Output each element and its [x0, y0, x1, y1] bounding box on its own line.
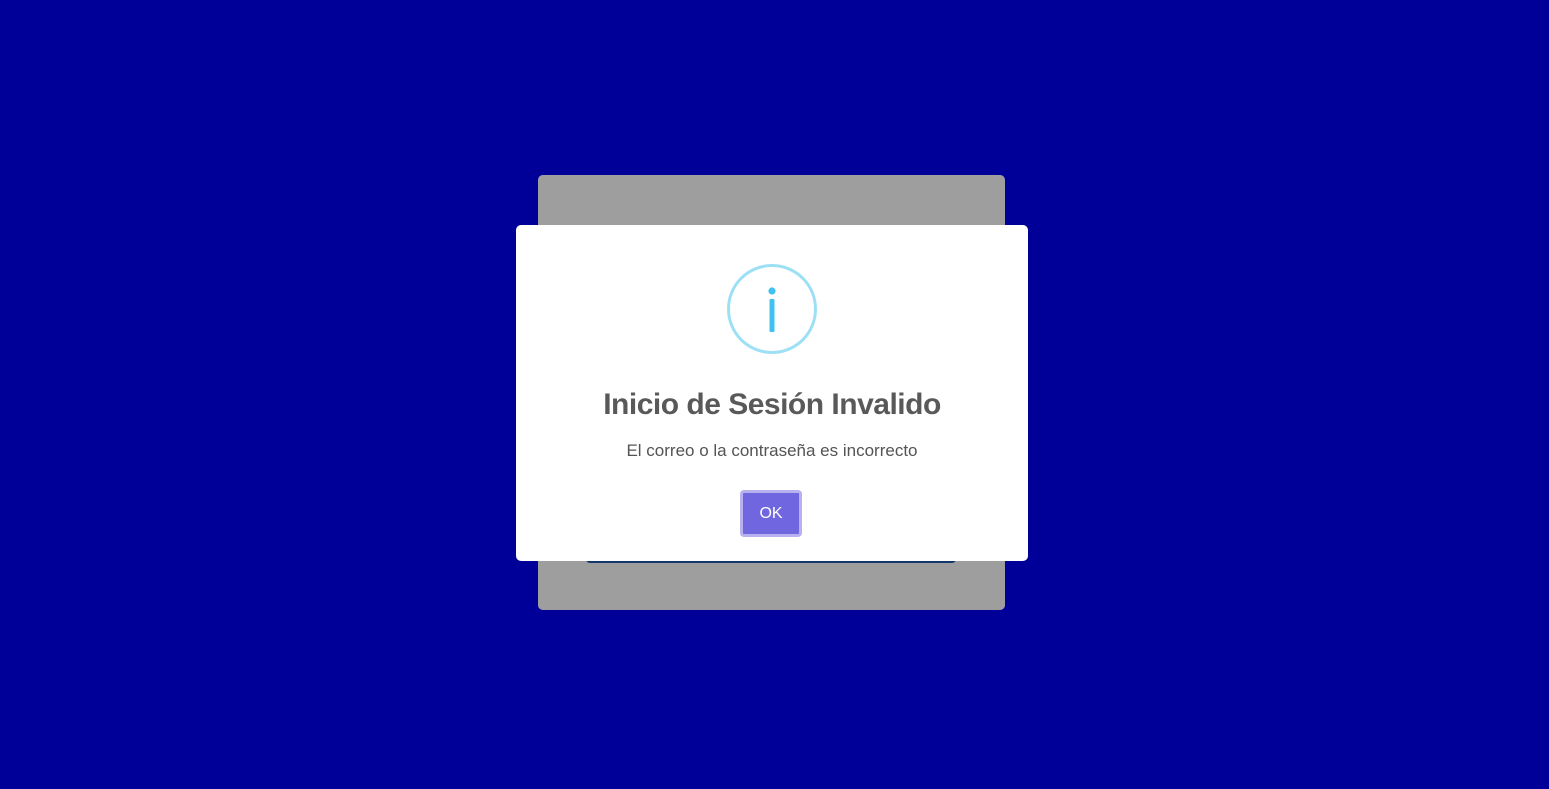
info-icon	[727, 264, 817, 354]
info-icon-glyph	[768, 287, 776, 332]
login-page: Inicio de Sesión Invalido El correo o la…	[0, 0, 1549, 789]
alert-dialog: Inicio de Sesión Invalido El correo o la…	[516, 225, 1028, 561]
dialog-message: El correo o la contraseña es incorrecto	[626, 441, 918, 460]
dialog-title: Inicio de Sesión Invalido	[603, 388, 941, 421]
ok-button[interactable]: OK	[740, 490, 802, 537]
